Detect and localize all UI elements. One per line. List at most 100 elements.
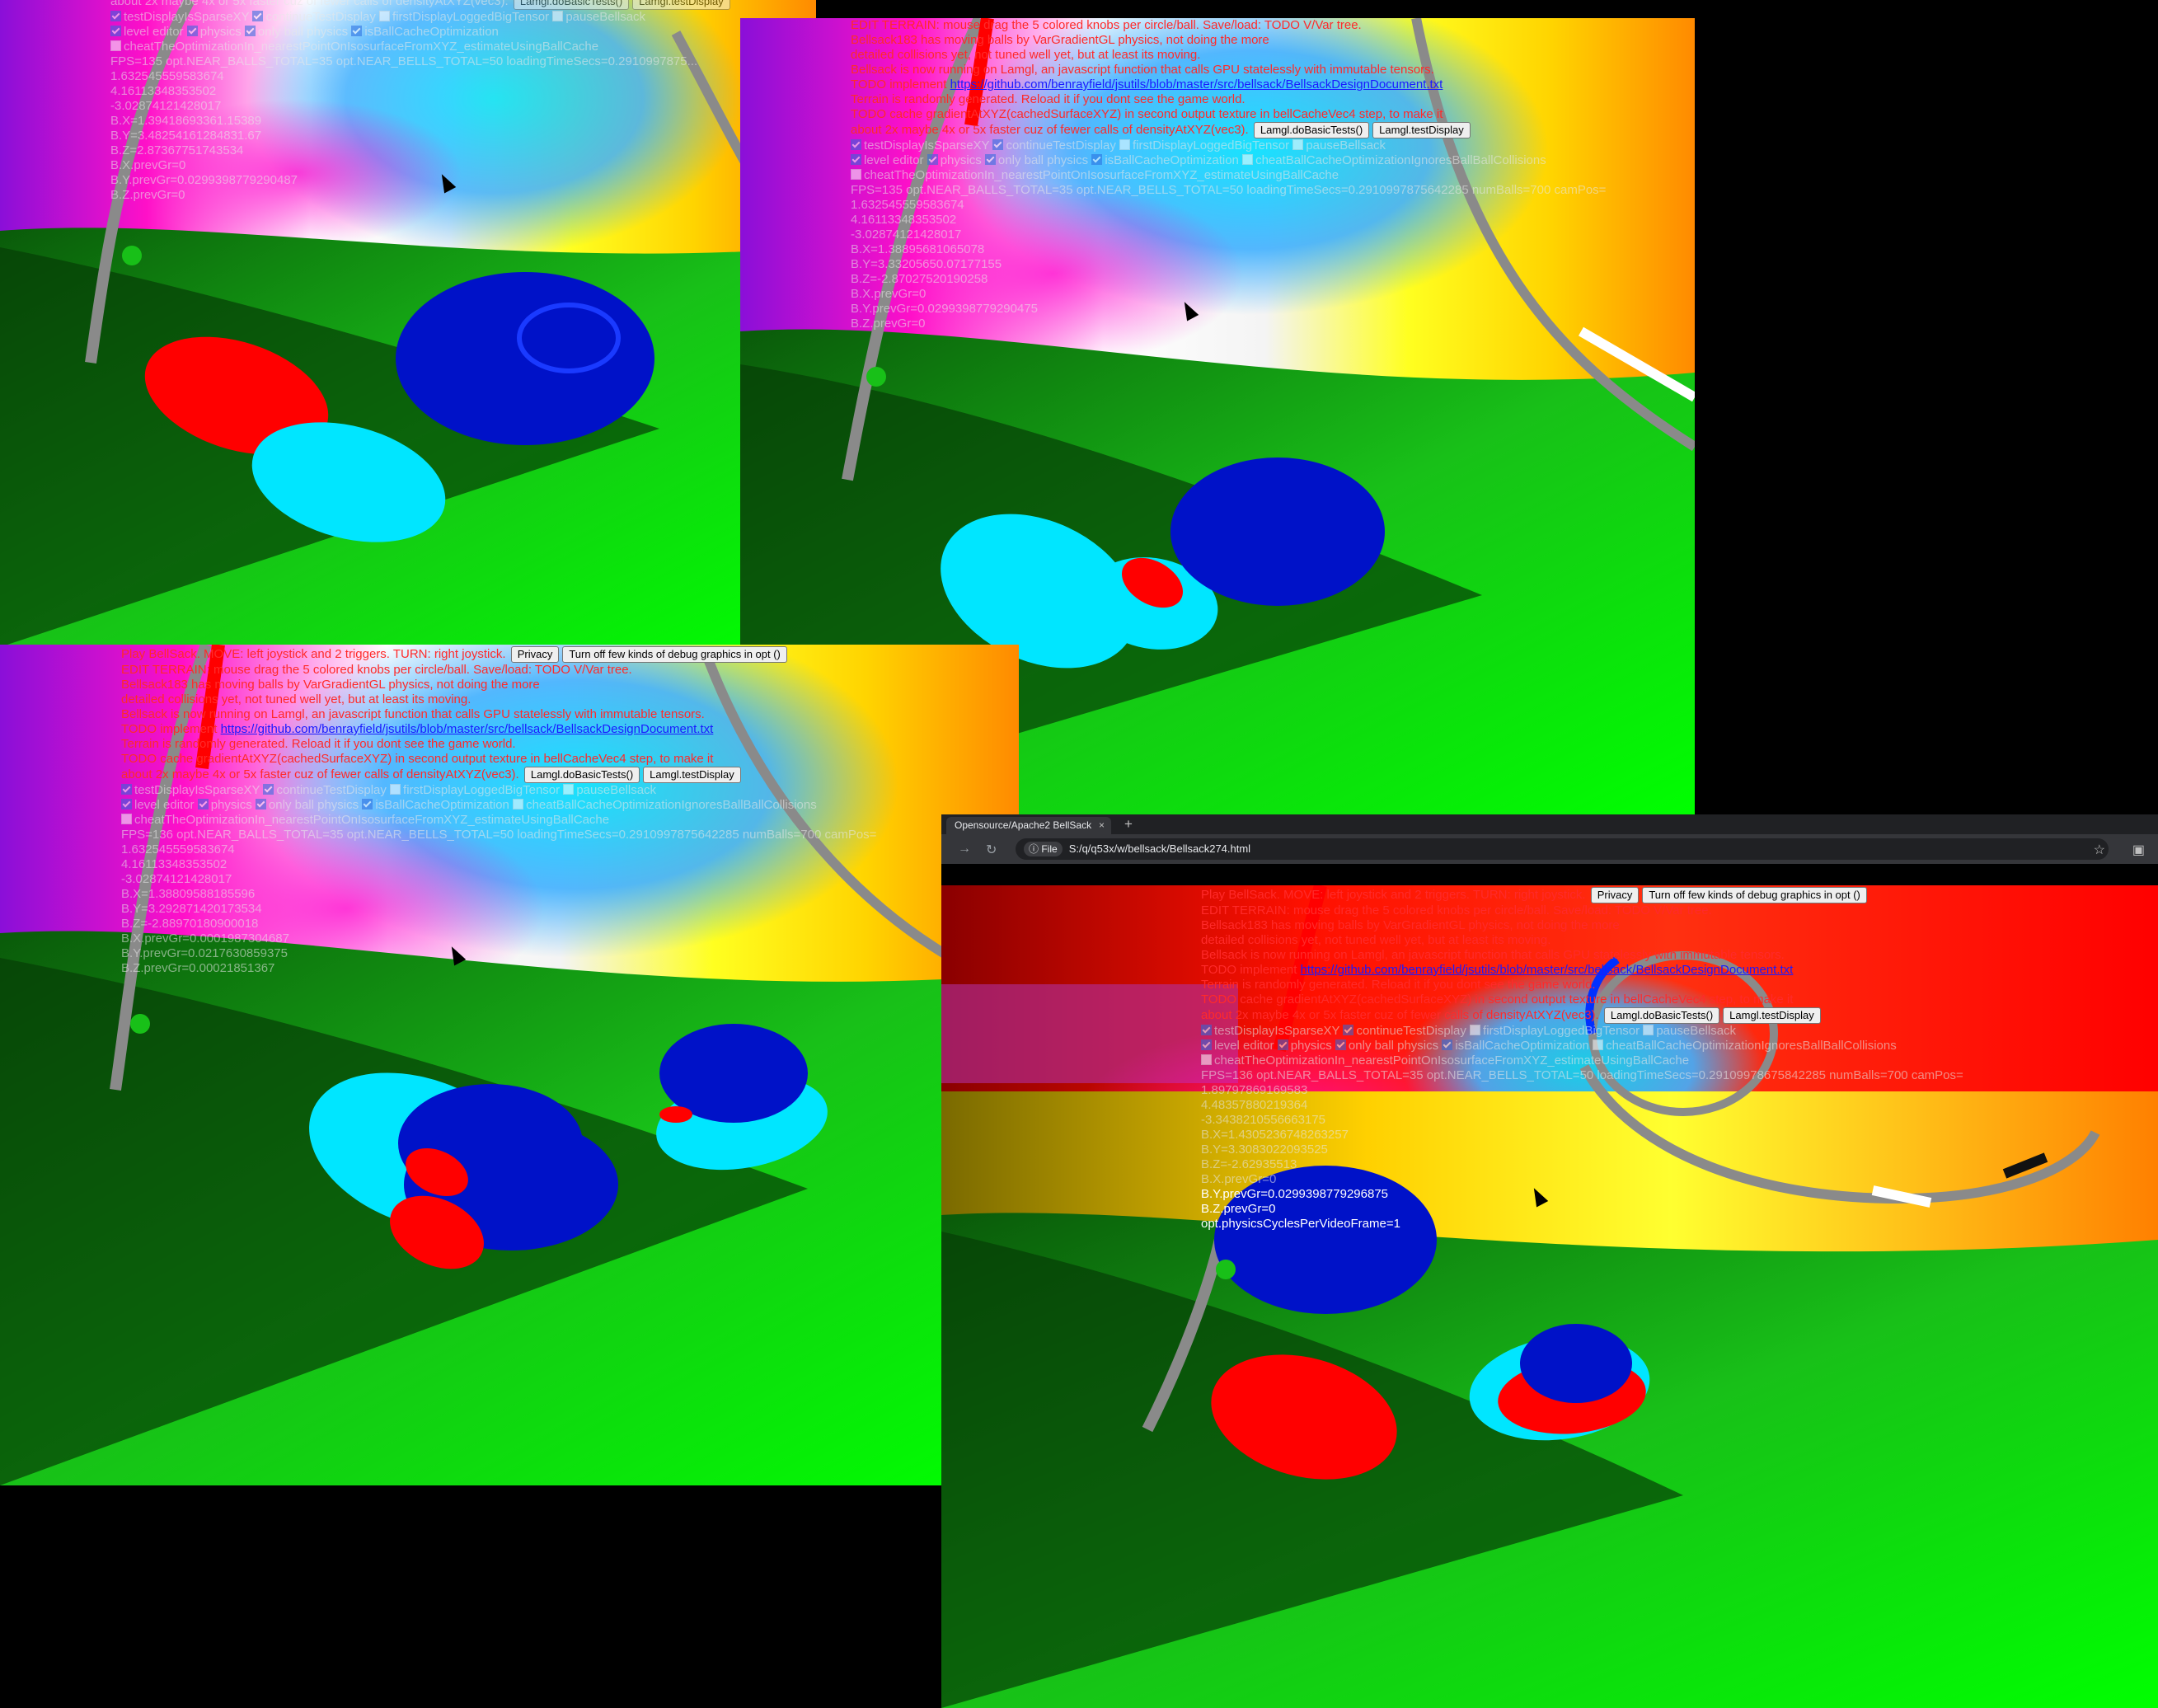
test-display-button[interactable]: Lamgl.testDisplay (1372, 122, 1471, 138)
checkbox[interactable] (1292, 139, 1304, 150)
basic-tests-button[interactable]: Lamgl.doBasicTests() (513, 0, 630, 10)
physics-line-2: detailed collisions yet, not tuned well … (851, 48, 1201, 62)
address-bar[interactable]: ⓘ File S:/q/q53x/w/bellsack/Bellsack274.h… (1016, 838, 2109, 860)
checkbox[interactable] (851, 154, 861, 165)
debug-graphics-button[interactable]: Turn off few kinds of debug graphics in … (562, 646, 787, 663)
bookmark-star-icon[interactable]: ☆ (2094, 842, 2105, 858)
value-line: B.Z=-2.62935513 (1201, 1157, 1297, 1171)
checkbox-label: cheatTheOptimizationIn_nearestPointOnIso… (864, 168, 1339, 182)
address-toolbar: → ↻ ⓘ File S:/q/q53x/w/bellsack/Bellsack2… (941, 834, 2158, 864)
basic-tests-button[interactable]: Lamgl.doBasicTests() (1603, 1007, 1720, 1024)
faster-line: about 2x maybe 4x or 5x faster cuz of fe… (110, 0, 509, 8)
checkbox[interactable] (197, 799, 209, 809)
checkbox[interactable] (513, 799, 524, 809)
checkbox[interactable] (1335, 1039, 1346, 1050)
forward-icon[interactable]: → (958, 842, 971, 856)
checkbox[interactable] (252, 11, 264, 21)
checkbox[interactable] (351, 26, 363, 36)
checkbox-label: firstDisplayLoggedBigTensor (1483, 1024, 1640, 1038)
checkbox[interactable] (244, 26, 256, 36)
checkbox[interactable] (563, 784, 575, 795)
checkbox[interactable] (552, 11, 564, 21)
test-display-button[interactable]: Lamgl.testDisplay (1723, 1007, 1821, 1024)
checkbox[interactable] (121, 784, 132, 795)
new-tab-icon[interactable]: + (1124, 816, 1133, 833)
checkbox[interactable] (186, 26, 198, 36)
checkbox[interactable] (362, 799, 373, 809)
checkbox[interactable] (1242, 154, 1254, 165)
checkbox-row-1: testDisplayIsSparseXY continueTestDispla… (1201, 1024, 1963, 1039)
checkbox[interactable] (851, 139, 861, 150)
design-doc-link[interactable]: https://github.com/benrayfield/jsutils/b… (1301, 963, 1794, 977)
checkbox-label: testDisplayIsSparseXY (864, 138, 990, 152)
close-tab-icon[interactable]: × (1099, 817, 1105, 834)
url-text: S:/q/q53x/w/bellsack/Bellsack274.html (1068, 842, 1251, 855)
design-doc-link[interactable]: https://github.com/benrayfield/jsutils/b… (221, 722, 714, 736)
checkbox[interactable] (110, 26, 121, 36)
checkbox-label: cheatBallCacheOptimizationIgnoresBallBal… (526, 798, 817, 812)
checkbox[interactable] (1201, 1025, 1212, 1035)
checkbox[interactable] (379, 11, 391, 21)
browser-tab[interactable]: Opensource/Apache2 BellSack × (946, 817, 1111, 834)
checkbox[interactable] (927, 154, 938, 165)
checkbox[interactable] (851, 169, 861, 180)
value-line: B.X=1.38809588185596 (121, 887, 256, 901)
side-panel-icon[interactable]: ▣ (2132, 842, 2145, 858)
value-line: B.X.prevGr=0.0001987304687 (121, 931, 289, 946)
design-doc-link[interactable]: https://github.com/benrayfield/jsutils/b… (950, 77, 1443, 92)
checkbox-label: continueTestDisplay (276, 783, 387, 797)
checkbox[interactable] (263, 784, 274, 795)
checkbox[interactable] (255, 799, 266, 809)
checkbox[interactable] (992, 139, 1004, 150)
game-window-1[interactable]: about 2x maybe 4x or 5x faster cuz of fe… (0, 0, 816, 647)
privacy-button[interactable]: Privacy (1590, 887, 1640, 903)
checkbox[interactable] (1201, 1039, 1212, 1050)
checkbox[interactable] (110, 11, 121, 21)
value-line: B.Y.prevGr=0.0299398779290475 (851, 302, 1038, 316)
checkbox[interactable] (1470, 1025, 1481, 1035)
terrain-line: Terrain is randomly generated. Reload it… (121, 737, 516, 751)
value-line: 4.16113348353502 (110, 84, 217, 98)
value-line: -3.3438210556663175 (1201, 1113, 1325, 1127)
test-display-button[interactable]: Lamgl.testDisplay (643, 767, 741, 783)
checkbox[interactable] (984, 154, 996, 165)
browser-window[interactable]: Opensource/Apache2 BellSack × + → ↻ ⓘ Fi… (941, 814, 2158, 1708)
debug-graphics-button[interactable]: Turn off few kinds of debug graphics in … (1642, 887, 1867, 903)
checkbox-label: cheatTheOptimizationIn_nearestPointOnIso… (134, 813, 610, 827)
checkbox[interactable] (1343, 1025, 1354, 1035)
checkbox[interactable] (121, 799, 132, 809)
basic-tests-button[interactable]: Lamgl.doBasicTests() (523, 767, 640, 783)
reload-icon[interactable]: ↻ (986, 842, 997, 858)
checkbox[interactable] (110, 40, 121, 51)
value-line: B.Z.prevGr=0 (851, 317, 926, 331)
value-line: B.Y.prevGr=0.0217630859375 (121, 946, 288, 960)
privacy-button[interactable]: Privacy (510, 646, 560, 663)
file-info-chip[interactable]: ⓘ File (1024, 842, 1063, 856)
value-line: B.Z=-2.87027520190258 (851, 272, 988, 286)
checkbox[interactable] (1119, 139, 1131, 150)
todo-cache-line: TODO cache gradientAtXYZ(cachedSurfaceXY… (1201, 992, 1794, 1006)
checkbox-label: cheatBallCacheOptimizationIgnoresBallBal… (1255, 153, 1546, 167)
fps-line: FPS=135 opt.NEAR_BALLS_TOTAL=35 opt.NEAR… (851, 183, 1607, 197)
value-line: B.X=1.39418693361.15389 (110, 114, 262, 128)
checkbox[interactable] (121, 814, 132, 824)
checkbox[interactable] (1442, 1039, 1453, 1050)
checkbox-label: continueTestDisplay (1006, 138, 1116, 152)
value-line: opt.physicsCyclesPerVideoFrame=1 (1201, 1217, 1400, 1231)
value-line: B.Z.prevGr=0 (110, 188, 185, 202)
game-window-3[interactable]: Play BellSack. MOVE: left joystick and 2… (0, 645, 1019, 1485)
checkbox-label: only ball physics (997, 153, 1089, 167)
file-chip-label: File (1041, 843, 1058, 855)
value-line: B.Z=-2.88970180900018 (121, 917, 259, 931)
checkbox-label: level editor (1214, 1039, 1274, 1053)
checkbox[interactable] (1277, 1039, 1288, 1050)
test-display-button[interactable]: Lamgl.testDisplay (632, 0, 730, 10)
checkbox[interactable] (1593, 1039, 1604, 1050)
checkbox-label: level editor (134, 798, 195, 812)
checkbox[interactable] (1643, 1025, 1654, 1035)
checkbox-row-2: level editor physics only ball physics i… (851, 153, 1606, 168)
basic-tests-button[interactable]: Lamgl.doBasicTests() (1253, 122, 1370, 138)
checkbox[interactable] (1201, 1054, 1212, 1065)
checkbox[interactable] (390, 784, 401, 795)
checkbox[interactable] (1091, 154, 1103, 165)
